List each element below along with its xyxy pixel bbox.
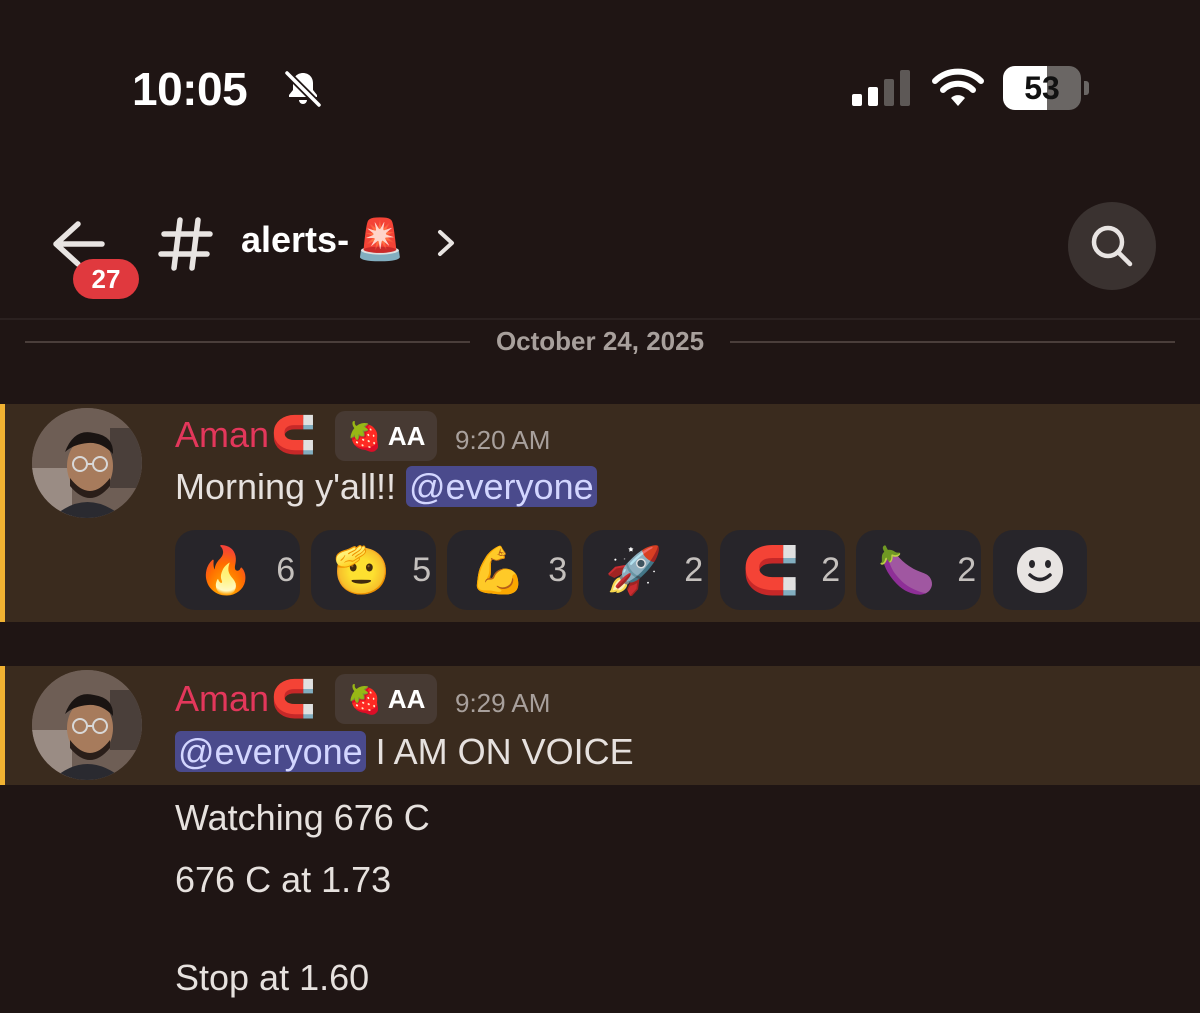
reaction-muscle[interactable]: 💪 3: [447, 530, 572, 610]
date-divider-line-right: [730, 341, 1175, 343]
bell-muted-icon: [284, 70, 322, 108]
username-emoji: 🧲: [271, 414, 316, 455]
reaction-count: 2: [957, 550, 977, 589]
status-time: 10:05: [132, 63, 248, 115]
salute-emoji: 🫡: [333, 544, 391, 596]
server-tag-icon: 🍓: [347, 683, 382, 715]
date-divider: October 24, 2025: [495, 326, 705, 356]
reaction-eggplant[interactable]: 🍆 2: [856, 530, 981, 610]
channel-name: alerts-: [241, 218, 350, 260]
message-text: @everyone I AM ON VOICE: [175, 731, 634, 773]
channel-emoji: 🚨: [355, 218, 405, 262]
chevron-right-icon[interactable]: [432, 226, 460, 260]
reaction-salute[interactable]: 🫡 5: [311, 530, 436, 610]
reaction-fire[interactable]: 🔥 6: [175, 530, 300, 610]
cellular-signal-icon: [852, 70, 910, 106]
magnet-emoji: 🧲: [742, 544, 800, 596]
channel-hash-icon: [158, 217, 213, 271]
search-button[interactable]: [1068, 202, 1156, 290]
message-text-part: Morning y'all!!: [175, 466, 406, 507]
server-tag[interactable]: 🍓 AA: [335, 674, 438, 724]
username-text: Aman: [175, 414, 270, 455]
reaction-magnet[interactable]: 🧲 2: [720, 530, 845, 610]
server-tag-icon: 🍓: [347, 420, 382, 452]
message-text-part: I AM ON VOICE: [365, 731, 634, 772]
message-line: 676 C at 1.73: [175, 859, 392, 900]
eggplant-emoji: 🍆: [878, 544, 936, 596]
mention-accent-bar: [0, 666, 5, 785]
wifi-icon: [932, 68, 984, 106]
reaction-rocket[interactable]: 🚀 2: [583, 530, 708, 610]
message-timestamp: 9:20 AM: [455, 425, 551, 455]
username-emoji: 🧲: [271, 678, 316, 719]
server-tag-label: AA: [387, 683, 426, 714]
search-icon: [1091, 225, 1133, 267]
reaction-count: 5: [412, 550, 432, 589]
mention-everyone[interactable]: @everyone: [175, 731, 366, 772]
fire-emoji: 🔥: [197, 544, 255, 596]
battery-level: 53: [1024, 70, 1060, 106]
unread-badge: 27: [73, 259, 139, 299]
message-line: Watching 676 C: [175, 797, 430, 838]
username[interactable]: Aman 🧲: [175, 678, 316, 720]
server-tag[interactable]: 🍓 AA: [335, 411, 438, 461]
username-text: Aman: [175, 678, 270, 719]
username[interactable]: Aman 🧲: [175, 414, 316, 456]
muscle-emoji: 💪: [469, 544, 527, 596]
reaction-count: 3: [548, 550, 568, 589]
reaction-count: 2: [821, 550, 841, 589]
date-divider-line-left: [25, 341, 470, 343]
reaction-count: 6: [276, 550, 296, 589]
rocket-emoji: 🚀: [605, 544, 663, 596]
avatar[interactable]: [32, 670, 142, 780]
message-timestamp: 9:29 AM: [455, 688, 551, 718]
header-divider: [0, 318, 1200, 320]
smiley-icon: [1017, 547, 1063, 593]
server-tag-label: AA: [387, 420, 426, 451]
battery-indicator: 53: [1003, 66, 1089, 110]
message-text: Morning y'all!! @everyone: [175, 466, 597, 508]
avatar[interactable]: [32, 408, 142, 518]
add-reaction-button[interactable]: [993, 530, 1087, 610]
mention-everyone[interactable]: @everyone: [405, 466, 597, 507]
message-line: Stop at 1.60: [175, 957, 370, 998]
mention-accent-bar: [0, 404, 5, 622]
channel-title[interactable]: alerts- 🚨: [241, 216, 405, 263]
reaction-count: 2: [684, 550, 704, 589]
